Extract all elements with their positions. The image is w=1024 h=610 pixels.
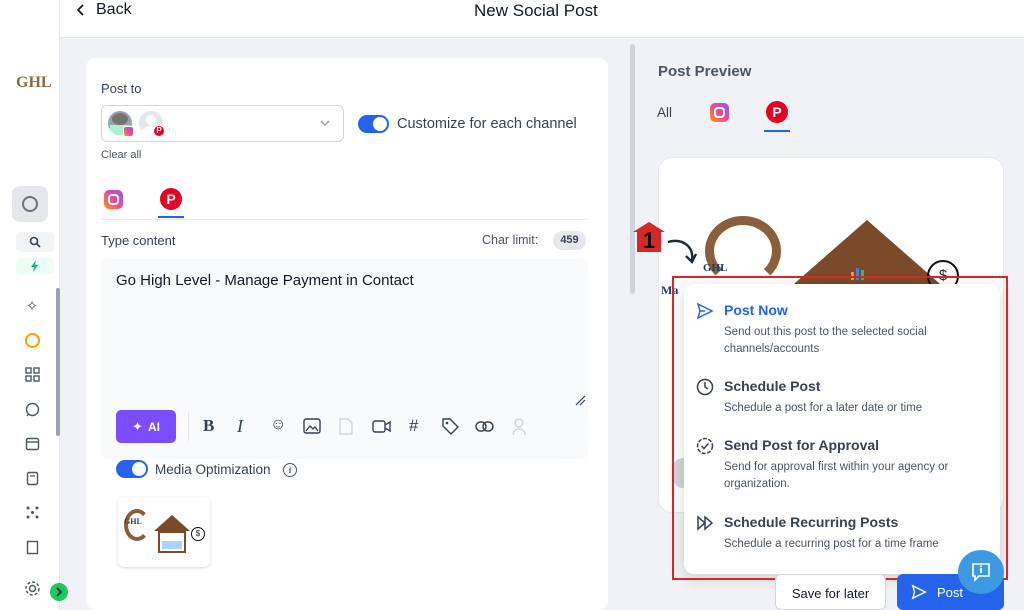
save-for-later-label: Save for later: [791, 586, 870, 601]
preview-active-tab-indicator: [764, 130, 790, 132]
instagram-icon: [108, 194, 119, 205]
lightning-icon: [31, 260, 38, 272]
expand-sidebar-button[interactable]: [50, 583, 68, 601]
sidebar-item-contacts[interactable]: [22, 468, 42, 488]
resize-handle-icon[interactable]: [574, 394, 586, 406]
annotation-number: 1: [637, 230, 661, 252]
customize-label: Customize for each channel: [397, 116, 577, 132]
chevron-right-icon: [56, 587, 63, 597]
pinterest-badge-icon: P: [153, 125, 165, 137]
save-for-later-button[interactable]: Save for later: [775, 574, 886, 610]
emoji-icon[interactable]: ☺: [270, 416, 286, 434]
customize-toggle[interactable]: [358, 115, 389, 133]
toolbar-divider: [188, 412, 189, 441]
sidebar-item-conversations[interactable]: [22, 399, 42, 419]
char-limit-label: Char limit:: [482, 233, 539, 247]
sidebar-item-settings[interactable]: [22, 578, 42, 598]
sidebar-item-dashboard[interactable]: [22, 364, 42, 384]
page-title: New Social Post: [474, 1, 598, 20]
tag-icon[interactable]: [442, 418, 459, 435]
chevron-left-icon: [76, 4, 84, 16]
preview-tab-instagram[interactable]: [710, 103, 729, 122]
tabs-divider: [101, 219, 588, 220]
left-sidebar: GHL ✧: [0, 0, 68, 610]
rocket-icon: [24, 332, 40, 348]
search-button[interactable]: [16, 232, 54, 252]
sparkle-icon: ✦: [132, 418, 143, 434]
ai-button[interactable]: ✦ AI: [116, 410, 176, 443]
chevron-down-icon[interactable]: [320, 120, 330, 127]
dollar-icon: $: [191, 527, 205, 541]
logo: GHL: [16, 74, 52, 91]
user-icon: [22, 196, 38, 212]
sidebar-item-sites[interactable]: [22, 537, 42, 557]
chat-info-icon: [972, 563, 990, 582]
back-label: Back: [96, 1, 132, 18]
media-optimization-toggle[interactable]: [116, 460, 148, 478]
sidebar-item-launchpad[interactable]: [22, 330, 42, 350]
help-chat-button[interactable]: [958, 550, 1004, 594]
hashtag-icon[interactable]: #: [409, 416, 418, 436]
highlight-annotation-box: [672, 276, 1008, 580]
sidebar-scrollbar[interactable]: [56, 288, 60, 436]
instagram-icon: [714, 107, 725, 118]
back-button[interactable]: Back: [76, 1, 132, 19]
chat-icon: [25, 402, 39, 416]
pinterest-icon: P: [772, 104, 782, 120]
sidebar-item-ai[interactable]: ✧: [22, 296, 42, 316]
tab-instagram[interactable]: [104, 190, 123, 209]
post-label: Post: [937, 584, 964, 600]
account-selector[interactable]: P: [101, 105, 344, 142]
preview-tab-pinterest[interactable]: P: [766, 101, 788, 123]
preview-logo: GHL: [703, 262, 728, 274]
info-icon[interactable]: i: [283, 463, 297, 477]
ai-label: AI: [147, 419, 160, 434]
post-to-label: Post to: [101, 81, 142, 96]
content-text[interactable]: Go High Level - Manage Payment in Contac…: [116, 272, 414, 289]
char-limit-badge: 459: [553, 231, 586, 250]
compose-scrollbar[interactable]: [630, 44, 635, 294]
thumbnail-logo: GHL: [124, 517, 142, 526]
preview-tab-all[interactable]: All: [657, 105, 672, 120]
calendar-icon: [25, 437, 39, 450]
sidebar-item-calendar[interactable]: [22, 433, 42, 453]
workflow-icon: [26, 506, 38, 518]
media-optimization-label: Media Optimization: [155, 462, 271, 477]
tab-pinterest[interactable]: P: [160, 188, 182, 210]
quick-action-button[interactable]: [16, 258, 54, 274]
preview-title: Post Preview: [658, 63, 752, 80]
search-icon: [29, 236, 41, 248]
bold-icon[interactable]: B: [203, 416, 214, 436]
file-icon[interactable]: [339, 418, 353, 435]
grid-icon: [24, 366, 40, 382]
clear-all-link[interactable]: Clear all: [101, 149, 141, 161]
italic-icon[interactable]: I: [237, 416, 243, 437]
sparkle-icon: ✧: [25, 298, 39, 315]
send-icon: [911, 584, 927, 600]
annotation-arrow-icon: [667, 239, 698, 265]
image-icon[interactable]: [303, 418, 321, 434]
document-icon: [26, 540, 38, 554]
account-avatar-button[interactable]: [12, 186, 48, 222]
instagram-badge-icon: [123, 126, 134, 137]
type-content-label: Type content: [101, 233, 176, 248]
video-icon[interactable]: [372, 420, 391, 433]
sidebar-item-automation[interactable]: [22, 502, 42, 522]
active-tab-indicator: [158, 216, 184, 218]
media-thumbnail[interactable]: GHL $: [118, 497, 210, 567]
contacts-icon: [26, 471, 38, 485]
top-bar: Back New Social Post: [60, 0, 1024, 38]
pinterest-icon: P: [166, 191, 176, 207]
location-icon[interactable]: [511, 417, 527, 436]
gear-icon: [24, 580, 40, 596]
link-icon[interactable]: [475, 421, 494, 432]
